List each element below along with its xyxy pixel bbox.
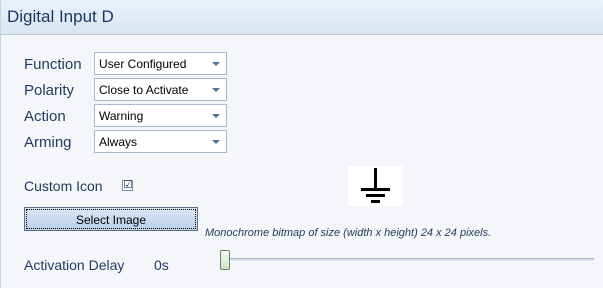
action-dropdown[interactable]: Warning — [94, 104, 227, 127]
chevron-down-icon[interactable] — [212, 140, 220, 144]
panel-title: Digital Input D — [7, 7, 114, 26]
chevron-down-icon[interactable] — [212, 88, 220, 92]
polarity-dropdown[interactable]: Close to Activate — [94, 78, 227, 101]
activation-delay-label: Activation Delay — [24, 257, 125, 273]
check-mark-icon: ☑ — [123, 179, 133, 191]
chevron-down-icon[interactable] — [212, 62, 220, 66]
bitmap-size-hint: Monochrome bitmap of size (width x heigh… — [205, 227, 492, 239]
select-image-button-label: Select Image — [75, 213, 147, 227]
action-dropdown-value: Warning — [99, 109, 144, 123]
activation-delay-value: 0s — [154, 257, 169, 273]
action-label: Action — [24, 108, 66, 125]
activation-delay-slider-thumb[interactable] — [220, 250, 230, 270]
arming-label: Arming — [24, 134, 72, 151]
activation-delay-slider-track[interactable] — [220, 258, 594, 261]
arming-dropdown-value: Always — [99, 135, 138, 149]
custom-icon-preview — [348, 166, 403, 206]
custom-icon-label: Custom Icon — [24, 178, 103, 194]
chevron-down-icon[interactable] — [212, 114, 220, 118]
select-image-button[interactable]: Select Image — [24, 207, 198, 231]
function-dropdown-value: User Configured — [99, 57, 187, 71]
polarity-dropdown-value: Close to Activate — [99, 83, 189, 97]
function-dropdown[interactable]: User Configured — [94, 52, 227, 75]
function-label: Function — [24, 56, 82, 73]
polarity-label: Polarity — [24, 82, 75, 99]
title-bar: Digital Input D — [1, 0, 603, 35]
arming-dropdown[interactable]: Always — [94, 130, 227, 153]
digital-input-panel: Digital Input D Function User Configured… — [0, 0, 603, 288]
custom-icon-checkbox[interactable]: ☑ — [122, 179, 133, 191]
earth-ground-icon — [361, 168, 390, 203]
